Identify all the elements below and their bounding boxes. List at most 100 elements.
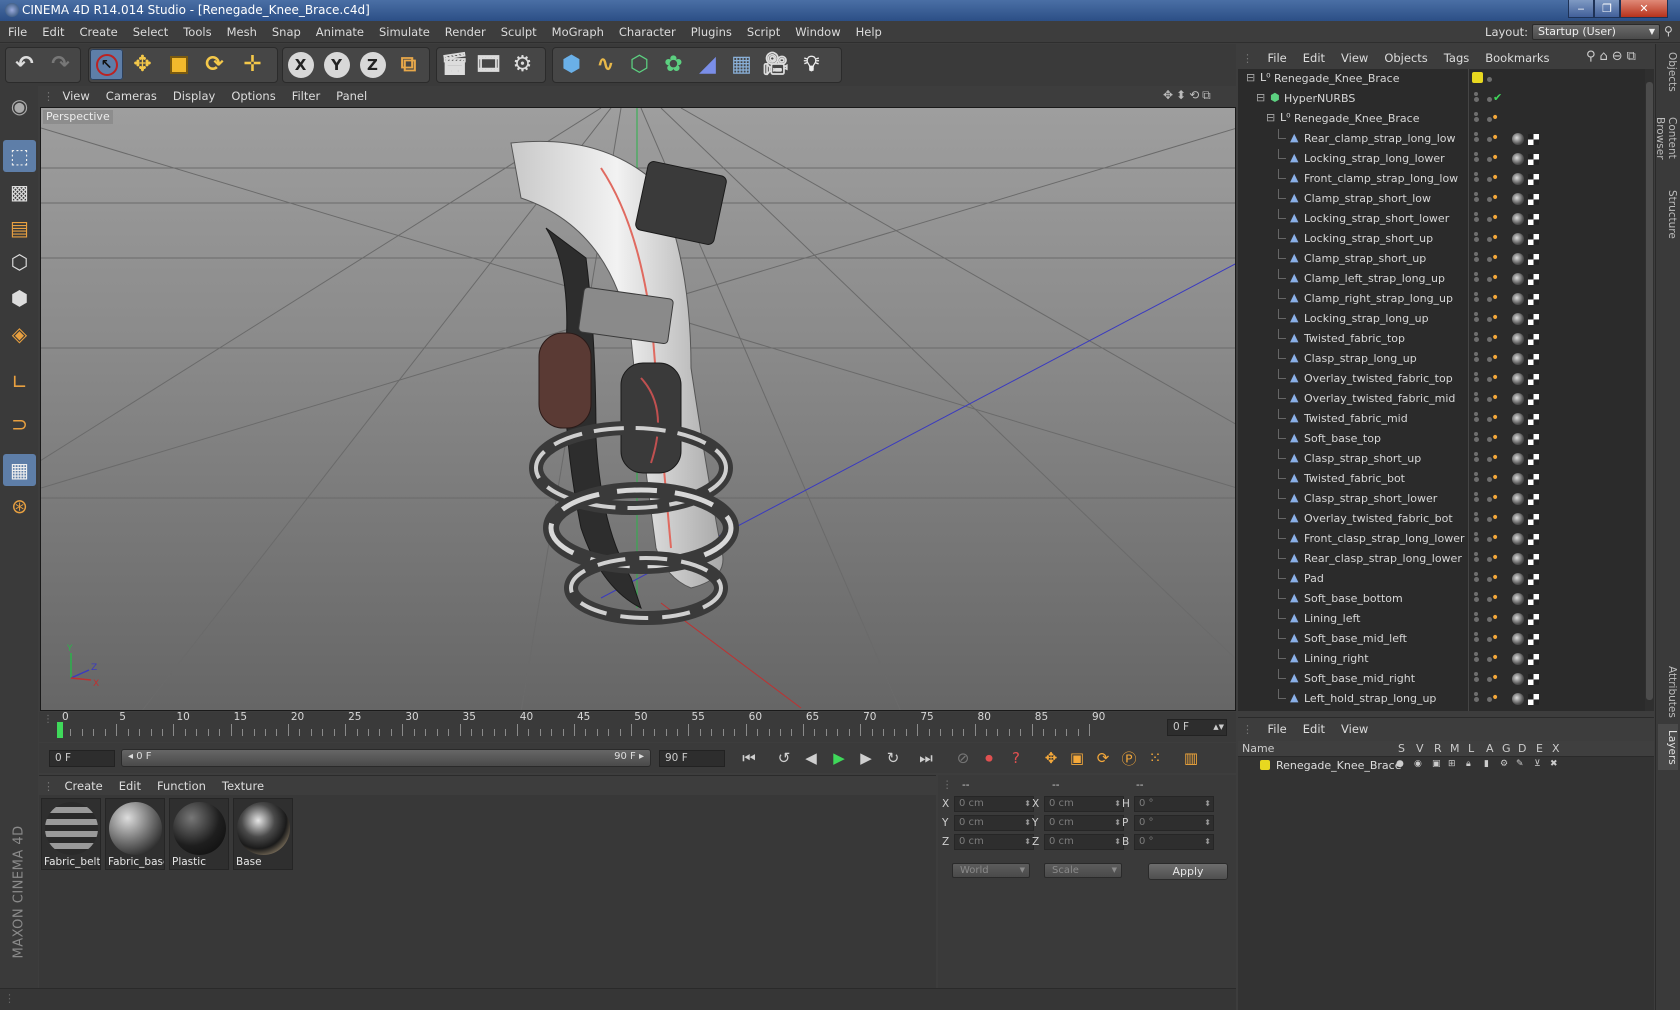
texture-tag-icon[interactable] (1528, 414, 1539, 425)
tab-layers[interactable]: Layers (1658, 724, 1678, 770)
render-visibility-dot[interactable] (1474, 152, 1478, 156)
object-row[interactable]: ▲ Overlay_twisted_fabric_top • (1238, 369, 1646, 389)
x-axis-lock-icon[interactable]: X (284, 49, 317, 80)
editor-visibility-dot[interactable] (1474, 677, 1479, 682)
editor-visibility-dot[interactable] (1474, 137, 1479, 142)
editor-visibility-dot[interactable] (1474, 257, 1479, 262)
phong-tag-icon[interactable]: • (1491, 331, 1500, 345)
menu-sculpt[interactable]: Sculpt (493, 21, 544, 43)
menu-window[interactable]: Window (787, 21, 847, 43)
object-row[interactable]: ⊟ ⬢ HyperNURBS ✔ (1238, 89, 1646, 109)
material-tag-icon[interactable] (1512, 173, 1524, 185)
editor-visibility-dot[interactable] (1474, 437, 1479, 442)
phong-tag-icon[interactable]: • (1491, 251, 1500, 265)
rotation-h-field[interactable]: 0 ° ⬍ (1134, 796, 1214, 812)
layer-menu-view[interactable]: View (1333, 718, 1376, 740)
material-tag-icon[interactable] (1512, 133, 1524, 145)
column-separator[interactable] (1468, 69, 1469, 711)
object-row[interactable]: ▲ Clamp_strap_short_up • (1238, 249, 1646, 269)
material-tag-icon[interactable] (1512, 573, 1524, 585)
material-tag-icon[interactable] (1512, 593, 1524, 605)
texture-tag-icon[interactable] (1528, 474, 1539, 485)
menu-create[interactable]: Create (72, 21, 125, 43)
next-frame-icon[interactable]: ▶︎ (854, 747, 878, 769)
material-tag-icon[interactable] (1512, 153, 1524, 165)
snap-icon[interactable]: ⊛ (3, 490, 36, 522)
phong-tag-icon[interactable]: • (1491, 631, 1500, 645)
object-row[interactable]: ▲ Clamp_right_strap_long_up • (1238, 289, 1646, 309)
render-visibility-dot[interactable] (1474, 612, 1478, 616)
render-visibility-dot[interactable] (1474, 572, 1478, 576)
render-visibility-dot[interactable] (1474, 292, 1478, 296)
next-key-icon[interactable]: ↻ (881, 747, 905, 769)
render-visibility-dot[interactable] (1474, 112, 1478, 116)
material-menu-function[interactable]: Function (149, 776, 214, 796)
material-plastic[interactable]: Plastic (169, 798, 229, 870)
viewport-menu-cameras[interactable]: Cameras (98, 86, 165, 106)
material-fabric-base[interactable]: Fabric_base (105, 798, 165, 870)
menu-render[interactable]: Render (437, 21, 493, 43)
end-frame-field[interactable]: 90 F (659, 750, 725, 767)
menu-tools[interactable]: Tools (175, 21, 218, 43)
object-row[interactable]: ▲ Lining_right • (1238, 649, 1646, 669)
object-row[interactable]: ▲ Overlay_twisted_fabric_mid • (1238, 389, 1646, 409)
close-button[interactable]: ✕ (1620, 0, 1668, 18)
editor-visibility-dot[interactable] (1474, 417, 1479, 422)
checkmark-icon[interactable]: ✔ (1493, 91, 1502, 104)
material-tag-icon[interactable] (1512, 353, 1524, 365)
position-key-icon[interactable]: ✥ (1039, 747, 1063, 769)
object-row[interactable]: ⊟ L⁰ Renegade_Knee_Brace • (1238, 109, 1646, 129)
object-row[interactable]: ▲ Left_hold_strap_long_up • (1238, 689, 1646, 709)
points-mode-icon[interactable]: ⬡ (3, 246, 36, 278)
viewport-menu-options[interactable]: Options (223, 86, 283, 106)
render-visibility-dot[interactable] (1474, 512, 1478, 516)
layer-row[interactable]: Renegade_Knee_Brace ● ◉ ▣ ⊞ 🔒︎ ▮ ⚙ ✎ ⊻ ✖ (1238, 757, 1654, 775)
material-tag-icon[interactable] (1512, 553, 1524, 565)
object-row[interactable]: ▲ Clamp_left_strap_long_up • (1238, 269, 1646, 289)
layer-column-a[interactable]: A (1486, 742, 1494, 755)
texture-tag-icon[interactable] (1528, 274, 1539, 285)
material-tag-icon[interactable] (1512, 413, 1524, 425)
nurbs-icon[interactable]: ⬡ (623, 49, 656, 80)
render-visibility-dot[interactable] (1474, 432, 1478, 436)
object-menu-file[interactable]: File (1260, 47, 1295, 69)
editor-visibility-dot[interactable] (1474, 537, 1479, 542)
editor-visibility-dot[interactable] (1474, 337, 1479, 342)
xref-icon[interactable]: ✖ (1550, 759, 1558, 769)
render-visibility-dot[interactable] (1474, 592, 1478, 596)
editor-visibility-dot[interactable] (1474, 157, 1479, 162)
render-visibility-dot[interactable] (1474, 392, 1478, 396)
stepper-icon[interactable]: ⬍ (1114, 797, 1121, 811)
phong-tag-icon[interactable]: • (1491, 531, 1500, 545)
object-menu-bookmarks[interactable]: Bookmarks (1477, 47, 1557, 69)
texture-tag-icon[interactable] (1528, 394, 1539, 405)
rotation-key-icon[interactable]: ⟳ (1091, 747, 1115, 769)
camera-icon[interactable]: 🎥︎ (759, 49, 792, 80)
phong-tag-icon[interactable]: • (1491, 411, 1500, 425)
phong-tag-icon[interactable]: • (1491, 151, 1500, 165)
render-visibility-dot[interactable] (1474, 232, 1478, 236)
texture-tag-icon[interactable] (1528, 374, 1539, 385)
texture-tag-icon[interactable] (1528, 654, 1539, 665)
object-row[interactable]: ▲ Clasp_strap_short_up • (1238, 449, 1646, 469)
phong-tag-icon[interactable]: • (1491, 651, 1500, 665)
material-tag-icon[interactable] (1512, 473, 1524, 485)
editor-visibility-dot[interactable] (1474, 497, 1479, 502)
editor-visibility-dot[interactable] (1474, 597, 1479, 602)
material-tag-icon[interactable] (1512, 513, 1524, 525)
model-mode-icon[interactable]: ⬚ (3, 140, 36, 172)
layer-column-m[interactable]: M (1450, 742, 1460, 755)
layer-column-g[interactable]: G (1502, 742, 1511, 755)
texture-tag-icon[interactable] (1528, 174, 1539, 185)
texture-tag-icon[interactable] (1528, 594, 1539, 605)
layer-column-r[interactable]: R (1434, 742, 1442, 755)
material-tag-icon[interactable] (1512, 533, 1524, 545)
pla-key-icon[interactable]: ⁙ (1143, 747, 1167, 769)
object-row[interactable]: ▲ Pad • (1238, 569, 1646, 589)
render-visibility-dot[interactable] (1474, 452, 1478, 456)
material-tag-icon[interactable] (1512, 333, 1524, 345)
edges-mode-icon[interactable]: ⬢ (3, 282, 36, 314)
position-y-field[interactable]: 0 cm ⬍ (954, 815, 1034, 831)
stepper-icon[interactable]: ⬍ (1114, 835, 1121, 849)
eye-icon[interactable]: ◉ (1414, 759, 1422, 769)
